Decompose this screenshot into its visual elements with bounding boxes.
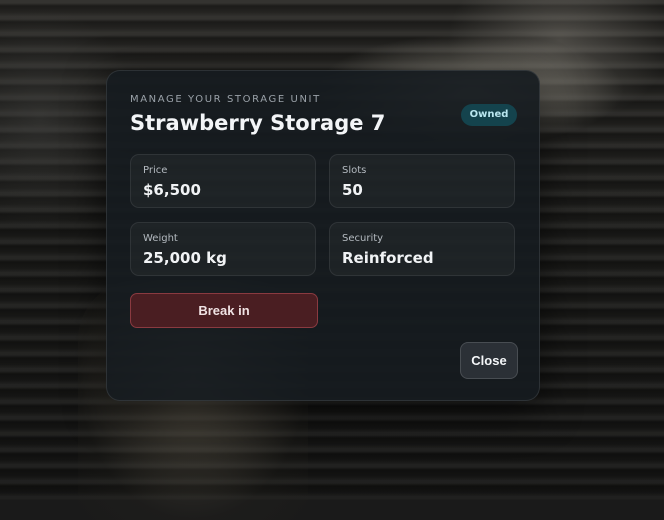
stat-value: 25,000 kg xyxy=(143,249,227,267)
stat-label: Security xyxy=(342,233,384,244)
stat-label: Price xyxy=(143,165,168,176)
close-button[interactable]: Close xyxy=(460,342,518,379)
modal-subtitle: MANAGE YOUR STORAGE UNIT xyxy=(130,94,321,105)
stat-label: Slots xyxy=(342,165,367,176)
stat-label: Weight xyxy=(143,233,178,244)
stat-value: 50 xyxy=(342,181,363,199)
break-in-button[interactable]: Break in xyxy=(130,293,318,328)
status-badge: Owned xyxy=(461,104,517,126)
modal-title: Strawberry Storage 7 xyxy=(130,111,386,135)
stat-value: Reinforced xyxy=(342,249,434,267)
stat-card-slots: Slots 50 xyxy=(329,154,515,208)
stat-value: $6,500 xyxy=(143,181,201,199)
storage-unit-modal: MANAGE YOUR STORAGE UNIT Strawberry Stor… xyxy=(106,70,540,401)
stat-card-security: Security Reinforced xyxy=(329,222,515,276)
stat-card-price: Price $6,500 xyxy=(130,154,316,208)
stat-card-weight: Weight 25,000 kg xyxy=(130,222,316,276)
